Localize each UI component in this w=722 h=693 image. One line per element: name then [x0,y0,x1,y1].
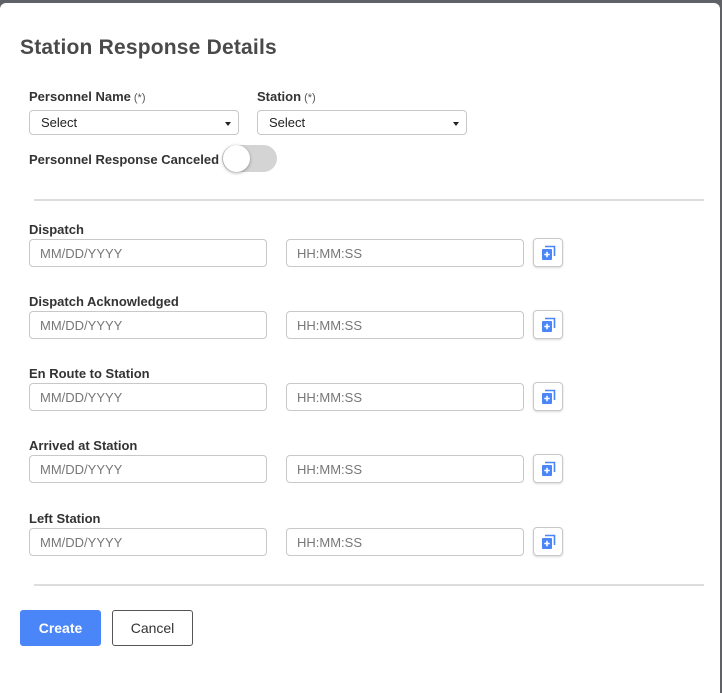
dispatch-label: Dispatch [29,222,84,237]
station-label-text: Station [257,89,302,104]
left-station-label: Left Station [29,511,101,526]
station-response-dialog: Station Response Details Personnel Name(… [0,3,720,693]
left-station-date-input[interactable] [29,528,267,556]
en-route-to-station-date-input[interactable] [29,383,267,411]
arrived-at-station-date-input[interactable] [29,455,267,483]
add-icon [542,245,556,260]
caret-down-icon [453,122,459,126]
personnel-name-label: Personnel Name (*) [29,89,145,104]
required-mark: (*) [304,92,316,104]
dispatch-acknowledged-time-input[interactable] [286,311,524,339]
create-button[interactable]: Create [20,610,101,646]
left-station-time-input[interactable] [286,528,524,556]
personnel-name-selected: Select [41,115,78,130]
add-icon [542,461,556,476]
divider-top [34,199,704,201]
dispatch-date-input[interactable] [29,239,267,267]
response-canceled-toggle[interactable] [222,145,277,172]
personnel-name-label-text: Personnel Name [29,89,131,104]
station-select[interactable]: Select [257,110,467,135]
left-station-now-button[interactable] [533,527,563,556]
en-route-to-station-now-button[interactable] [533,382,563,411]
dispatch-now-button[interactable] [533,238,563,267]
arrived-at-station-time-input[interactable] [286,455,524,483]
add-icon [542,317,556,332]
add-icon [542,389,556,404]
required-mark: (*) [133,92,146,104]
dispatch-acknowledged-date-input[interactable] [29,311,267,339]
dispatch-time-input[interactable] [286,239,524,267]
toggle-knob [223,145,250,172]
dialog-title: Station Response Details [20,36,277,59]
en-route-to-station-time-input[interactable] [286,383,524,411]
en-route-to-station-label: En Route to Station [29,366,150,381]
response-canceled-label: Personnel Response Canceled [29,152,220,167]
cancel-button[interactable]: Cancel [112,610,193,646]
caret-down-icon [225,122,231,126]
divider-bottom [34,584,704,586]
dispatch-acknowledged-now-button[interactable] [533,310,563,339]
arrived-at-station-label: Arrived at Station [29,438,138,453]
arrived-at-station-now-button[interactable] [533,454,563,483]
personnel-name-select[interactable]: Select [29,110,239,135]
dispatch-acknowledged-label: Dispatch Acknowledged [29,294,179,309]
station-selected: Select [269,115,306,130]
station-label: Station (*) [257,89,316,104]
add-icon [542,534,556,549]
